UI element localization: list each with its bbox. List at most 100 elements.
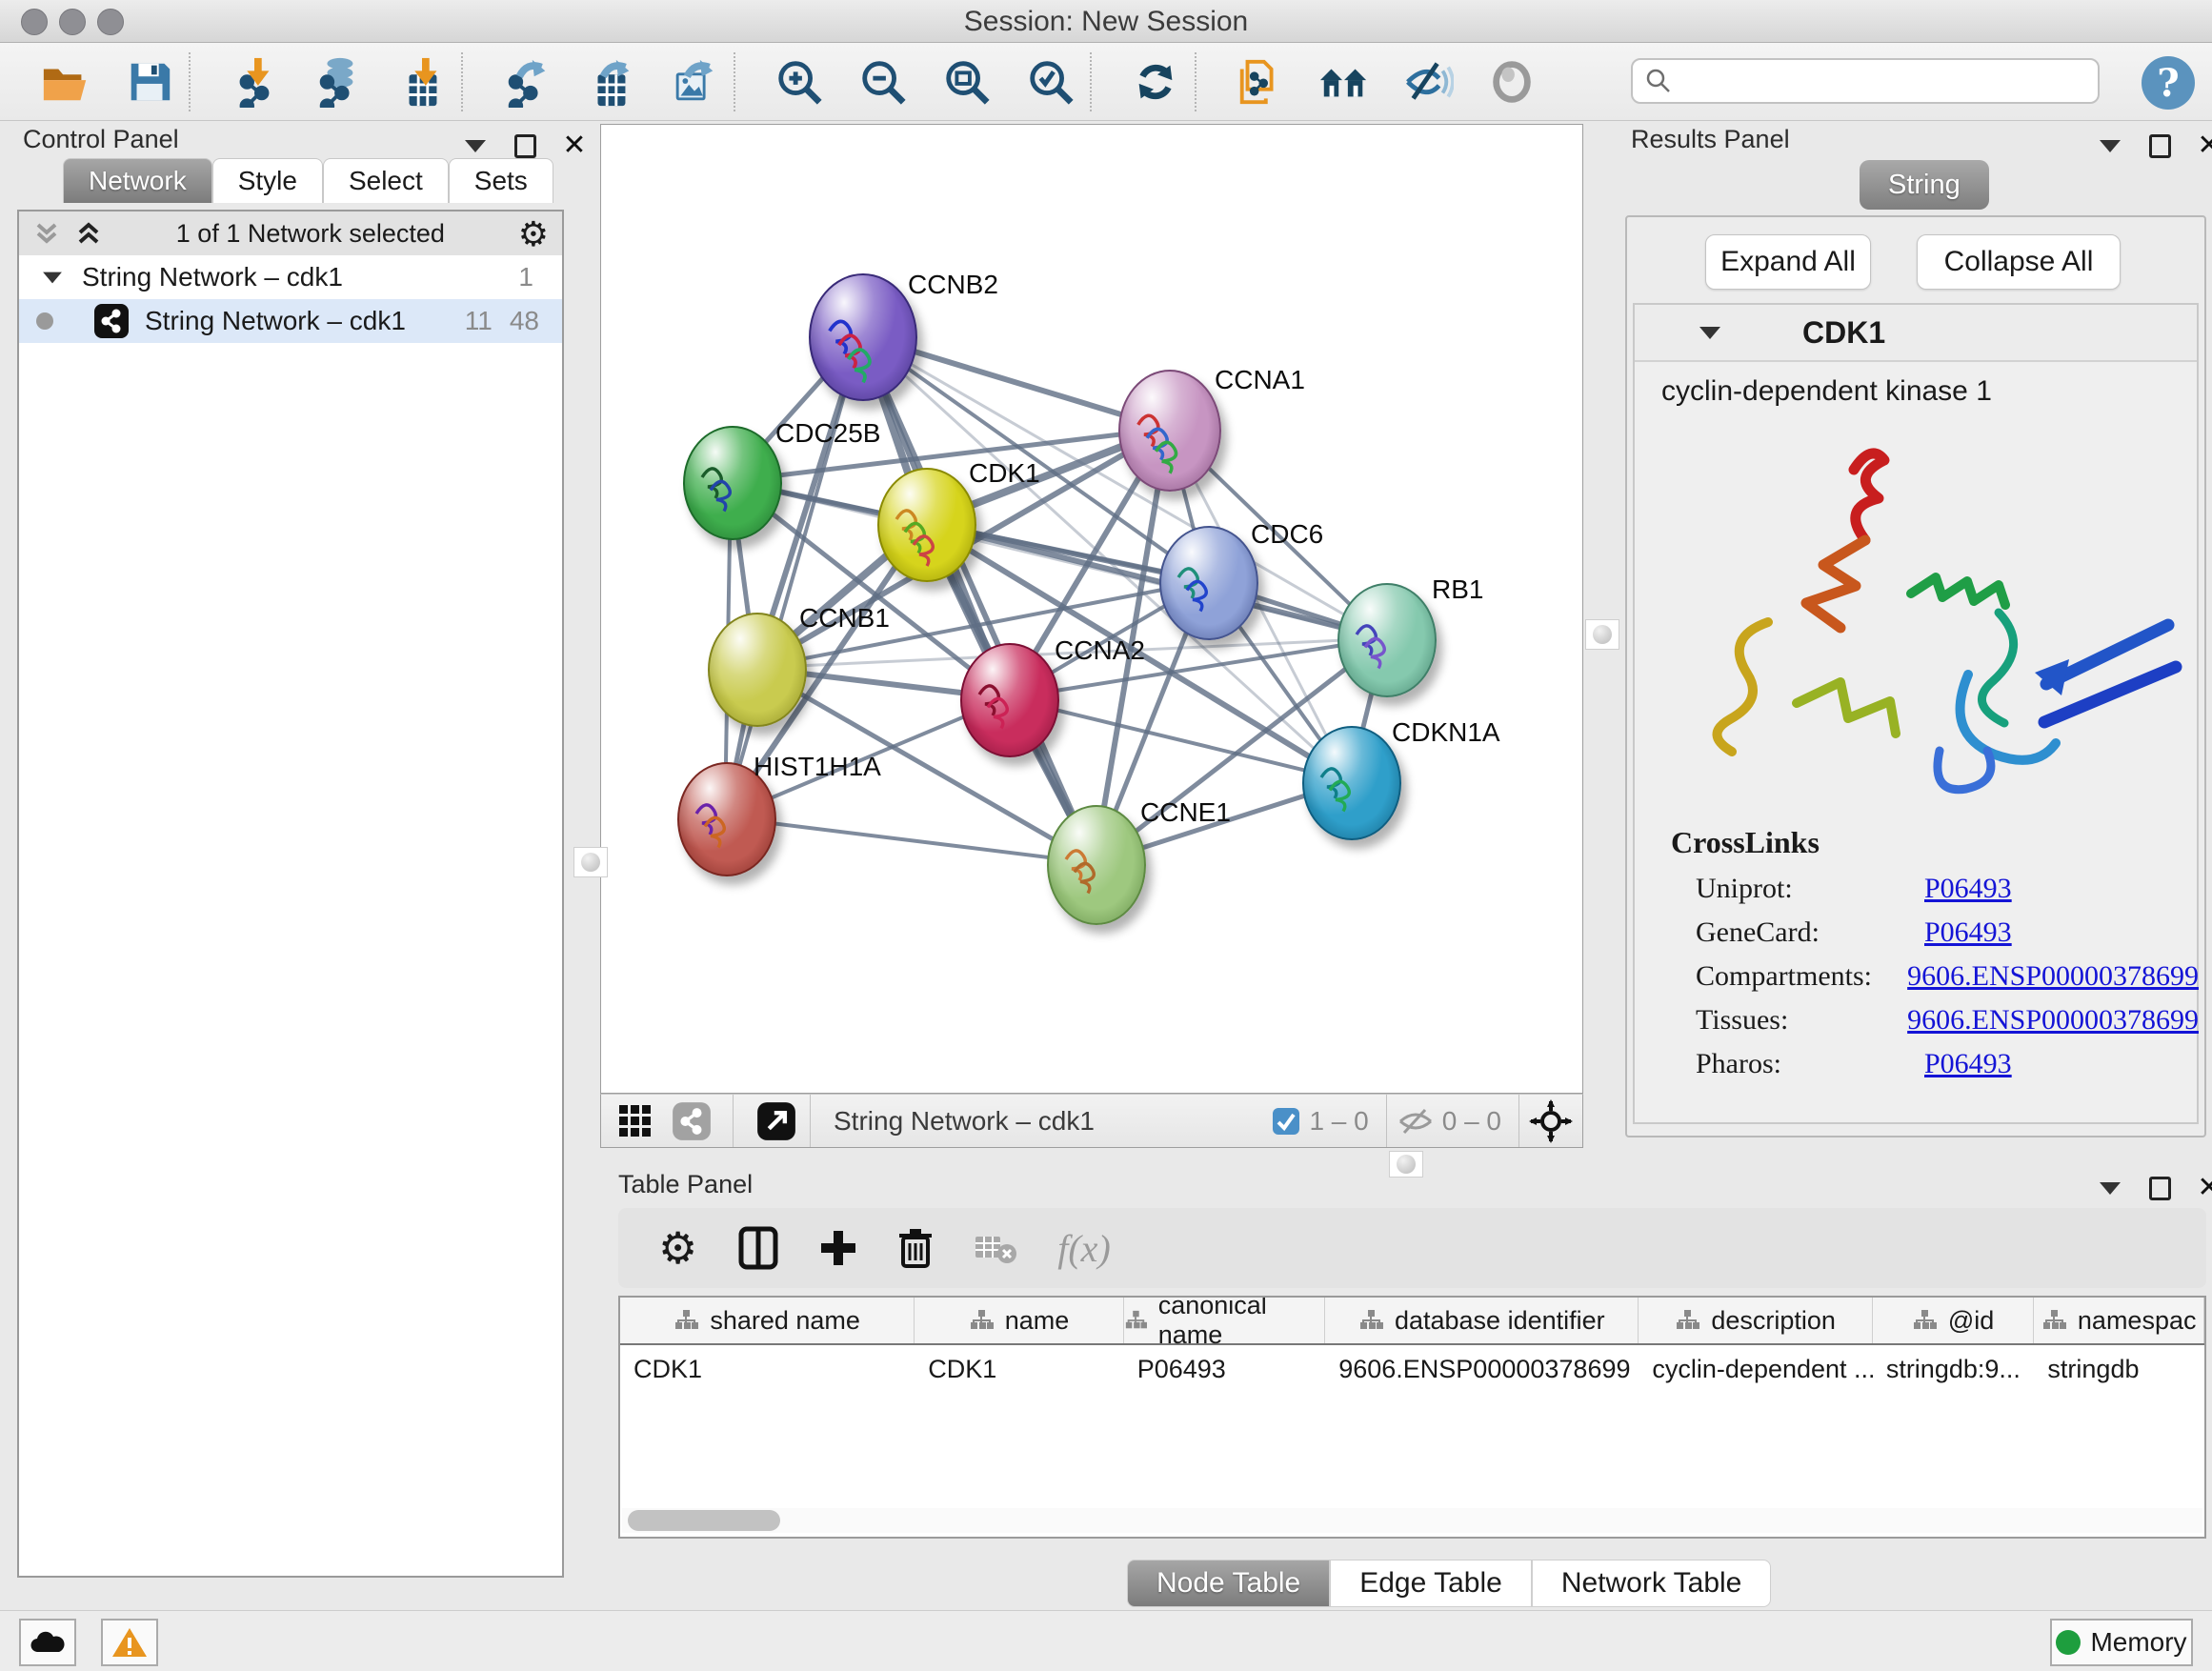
right-splitter-handle[interactable] bbox=[1585, 619, 1619, 650]
column-header-name[interactable]: name bbox=[915, 1298, 1123, 1343]
cloud-button[interactable] bbox=[19, 1619, 76, 1666]
crosslink-link[interactable]: P06493 bbox=[1924, 873, 2012, 905]
tab-node-table[interactable]: Node Table bbox=[1127, 1560, 1330, 1607]
results-tab-string[interactable]: String bbox=[1860, 160, 1989, 210]
export-network-icon[interactable] bbox=[499, 54, 554, 110]
refresh-icon[interactable] bbox=[1128, 54, 1183, 110]
table-cell[interactable]: CDK1 bbox=[915, 1355, 1123, 1384]
table-cell[interactable]: CDK1 bbox=[620, 1355, 915, 1384]
network-node-ccna2[interactable] bbox=[960, 643, 1059, 757]
hide-selected-icon[interactable] bbox=[1400, 54, 1456, 110]
table-panel-close-icon[interactable]: ✕ bbox=[2193, 1172, 2212, 1204]
import-database-icon[interactable] bbox=[311, 54, 366, 110]
open-file-icon[interactable] bbox=[38, 54, 93, 110]
column-header-description[interactable]: description bbox=[1639, 1298, 1872, 1343]
copy-network-icon[interactable] bbox=[1233, 54, 1288, 110]
help-button[interactable]: ? bbox=[2142, 56, 2195, 110]
import-network-icon[interactable] bbox=[227, 54, 282, 110]
search-input[interactable] bbox=[1673, 66, 2098, 97]
control-panel-float-icon[interactable] bbox=[509, 130, 541, 162]
show-all-icon[interactable] bbox=[1484, 54, 1539, 110]
collapse-all-networks-icon[interactable] bbox=[32, 219, 61, 250]
string-style-icon[interactable] bbox=[672, 1101, 712, 1141]
expand-all-networks-icon[interactable] bbox=[74, 219, 103, 250]
network-node-ccnb2[interactable] bbox=[809, 273, 917, 401]
warnings-button[interactable] bbox=[101, 1619, 158, 1666]
export-table-icon[interactable] bbox=[583, 54, 638, 110]
save-session-icon[interactable] bbox=[122, 54, 177, 110]
first-neighbors-icon[interactable] bbox=[1317, 54, 1372, 110]
crosslink-row: Pharos:P06493 bbox=[1633, 1042, 2199, 1086]
delete-icon[interactable] bbox=[897, 1226, 934, 1270]
fit-content-icon[interactable] bbox=[1529, 1099, 1573, 1143]
network-canvas[interactable]: CCNB2CCNA1CDC25BCDK1CDC6RB1CCNB1CCNA2CDK… bbox=[600, 124, 1583, 1094]
column-header-namespac[interactable]: namespac bbox=[2034, 1298, 2204, 1343]
birds-eye-view-icon[interactable] bbox=[756, 1101, 796, 1141]
column-header--id[interactable]: @id bbox=[1873, 1298, 2035, 1343]
function-icon[interactable]: f(x) bbox=[1057, 1226, 1111, 1271]
memory-button[interactable]: Memory bbox=[2050, 1619, 2193, 1666]
left-splitter-handle[interactable] bbox=[573, 847, 608, 877]
network-collection-row[interactable]: String Network – cdk1 1 bbox=[19, 255, 562, 299]
network-node-cdc25b[interactable] bbox=[683, 426, 782, 540]
gene-expander-icon[interactable] bbox=[1699, 327, 1720, 339]
delete-table-icon[interactable] bbox=[974, 1231, 1017, 1265]
crosslink-link[interactable]: P06493 bbox=[1924, 916, 2012, 949]
results-panel-float-icon[interactable] bbox=[2143, 130, 2176, 162]
add-column-icon[interactable] bbox=[819, 1227, 857, 1269]
network-node-rb1[interactable] bbox=[1337, 583, 1437, 697]
table-cell[interactable]: 9606.ENSP00000378699 bbox=[1325, 1355, 1639, 1384]
selected-checkbox-icon[interactable] bbox=[1271, 1106, 1301, 1137]
import-table-icon[interactable] bbox=[394, 54, 450, 110]
zoom-fit-icon[interactable] bbox=[939, 54, 995, 110]
columns-icon[interactable] bbox=[737, 1225, 779, 1271]
network-row[interactable]: String Network – cdk1 11 48 bbox=[19, 299, 562, 343]
network-node-ccne1[interactable] bbox=[1047, 805, 1146, 925]
table-hscrollbar[interactable] bbox=[622, 1508, 2202, 1533]
node-table[interactable]: shared namenamecanonical namedatabase id… bbox=[618, 1296, 2206, 1539]
control-panel-collapse-icon[interactable] bbox=[459, 130, 492, 162]
table-row[interactable]: CDK1CDK1P064939606.ENSP00000378699cyclin… bbox=[620, 1345, 2204, 1393]
gene-header-row[interactable]: CDK1 bbox=[1635, 305, 2197, 362]
table-cell[interactable]: cyclin-dependent ... bbox=[1639, 1355, 1872, 1384]
column-header-canonical-name[interactable]: canonical name bbox=[1124, 1298, 1325, 1343]
network-node-cdc6[interactable] bbox=[1159, 526, 1258, 640]
network-options-gear-icon[interactable]: ⚙ bbox=[518, 214, 549, 254]
tab-select[interactable]: Select bbox=[323, 158, 449, 203]
network-node-cdk1[interactable] bbox=[877, 468, 976, 582]
table-cell[interactable]: stringdb:9... bbox=[1873, 1355, 2035, 1384]
table-cell[interactable]: stringdb bbox=[2034, 1355, 2204, 1384]
tab-style[interactable]: Style bbox=[212, 158, 323, 203]
tab-edge-table[interactable]: Edge Table bbox=[1330, 1560, 1532, 1607]
table-panel-float-icon[interactable] bbox=[2143, 1172, 2176, 1204]
table-cell[interactable]: P06493 bbox=[1124, 1355, 1326, 1384]
collection-expander-icon[interactable] bbox=[43, 272, 62, 283]
network-node-ccna1[interactable] bbox=[1118, 370, 1221, 492]
column-header-database-identifier[interactable]: database identifier bbox=[1325, 1298, 1639, 1343]
results-panel-collapse-icon[interactable] bbox=[2094, 130, 2126, 162]
search-box[interactable] bbox=[1631, 58, 2100, 104]
zoom-selected-icon[interactable] bbox=[1023, 54, 1078, 110]
tab-network-table[interactable]: Network Table bbox=[1532, 1560, 1772, 1607]
tab-sets[interactable]: Sets bbox=[449, 158, 553, 203]
crosslink-label: Compartments: bbox=[1633, 960, 1907, 993]
export-image-icon[interactable] bbox=[667, 54, 722, 110]
network-node-cdkn1a[interactable] bbox=[1302, 726, 1401, 840]
expand-all-button[interactable]: Expand All bbox=[1705, 234, 1871, 290]
collapse-all-button[interactable]: Collapse All bbox=[1917, 234, 2121, 290]
zoom-in-icon[interactable] bbox=[772, 54, 827, 110]
gear-icon[interactable]: ⚙ bbox=[658, 1222, 697, 1274]
crosslink-link[interactable]: 9606.ENSP00000378699 bbox=[1907, 1004, 2199, 1037]
tab-network[interactable]: Network bbox=[63, 158, 212, 203]
network-node-ccnb1[interactable] bbox=[708, 613, 807, 727]
zoom-out-icon[interactable] bbox=[855, 54, 911, 110]
table-panel-collapse-icon[interactable] bbox=[2094, 1172, 2126, 1204]
crosslink-link[interactable]: P06493 bbox=[1924, 1048, 2012, 1080]
table-hscrollbar-thumb[interactable] bbox=[628, 1510, 780, 1531]
grid-view-icon[interactable] bbox=[616, 1102, 654, 1140]
results-panel-close-icon[interactable]: ✕ bbox=[2193, 130, 2212, 162]
column-header-shared-name[interactable]: shared name bbox=[620, 1298, 915, 1343]
crosslink-link[interactable]: 9606.ENSP00000378699 bbox=[1907, 960, 2199, 993]
bottom-splitter-handle[interactable] bbox=[1389, 1151, 1423, 1178]
control-panel-close-icon[interactable]: ✕ bbox=[558, 130, 591, 162]
